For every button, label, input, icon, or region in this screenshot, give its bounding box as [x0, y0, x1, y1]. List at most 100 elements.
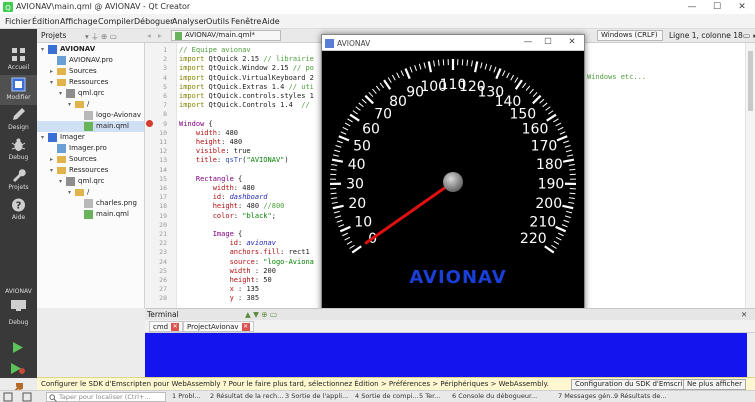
close-tab-icon[interactable]: ✕	[171, 323, 180, 331]
menu-edition[interactable]: Édition	[32, 17, 60, 26]
line-ending-selector[interactable]: Windows (CRLF)	[597, 30, 663, 41]
minor-tick	[557, 126, 564, 131]
pane-compile-output[interactable]: 4 Sortie de compi...	[355, 392, 419, 400]
tree-item[interactable]: ▾ /	[37, 99, 144, 110]
dismiss-button[interactable]: Ne plus afficher	[683, 379, 746, 390]
major-tick	[351, 245, 362, 254]
pane-terminal[interactable]: 5 Ter...	[419, 392, 440, 400]
tree-item[interactable]: ▾ /	[37, 187, 144, 198]
collapse-arrow-icon[interactable]: ▾	[59, 88, 65, 99]
minimize-button[interactable]: —	[680, 1, 704, 13]
filter-icon[interactable]: ▾ ⏚ ⊕ ▭	[85, 31, 117, 42]
mode-design[interactable]: Design	[0, 105, 37, 135]
mode-debug[interactable]: Debug	[0, 135, 37, 165]
tree-item[interactable]: ▸ Sources	[37, 66, 144, 77]
pane-test-results[interactable]: 9 Résultats de...	[614, 392, 667, 400]
menu-affichage[interactable]: Affichage	[60, 17, 98, 26]
close-tab-icon[interactable]: ✕	[241, 323, 250, 331]
menu-aide[interactable]: Aide	[262, 17, 280, 26]
close-button[interactable]: ✕	[730, 1, 754, 13]
pane-general-messages[interactable]: 7 Messages gén...	[558, 392, 617, 400]
tree-item[interactable]: logo-Avionav	[37, 110, 144, 121]
open-file-tab[interactable]: AVIONAV/main.qml*	[171, 30, 281, 41]
nav-back-icon[interactable]: ◂	[147, 31, 151, 40]
minor-tick	[387, 77, 392, 83]
terminal-toolbar-icons[interactable]: ▲ ▼ ⊕ ▭	[245, 310, 277, 319]
terminal-scrollbar[interactable]	[747, 333, 755, 377]
mode-label: Design	[8, 124, 29, 131]
tree-item[interactable]: main.qml	[37, 121, 144, 132]
minor-tick	[347, 118, 353, 123]
avionav-close-button[interactable]: ✕	[562, 37, 582, 47]
monitor-icon[interactable]	[10, 299, 27, 312]
collapse-arrow-icon[interactable]: ▾	[50, 77, 56, 88]
terminal-close-icon[interactable]: ✕	[741, 310, 747, 319]
projects-view-selector[interactable]: Projets	[41, 31, 66, 40]
mode-modifier[interactable]: Modifier	[0, 75, 37, 105]
menu-fichier[interactable]: Fichier	[5, 17, 31, 26]
minor-tick	[521, 82, 527, 89]
tree-item[interactable]: ▾ AVIONAV	[37, 44, 144, 55]
avionav-minimize-button[interactable]: —	[518, 37, 538, 47]
tree-item[interactable]: ▾ qml.qrc	[37, 176, 144, 187]
pane-problems[interactable]: 1 Probl...	[172, 392, 201, 400]
tree-item[interactable]: ▾ Imager	[37, 132, 144, 143]
code-token: : 385	[238, 294, 260, 303]
bug-icon	[11, 138, 26, 151]
expand-arrow-icon[interactable]: ▸	[50, 66, 56, 77]
collapse-arrow-icon[interactable]: ▾	[41, 44, 47, 55]
tree-item[interactable]: ▾ Ressources	[37, 165, 144, 176]
mode-aide[interactable]: ? Aide	[0, 195, 37, 225]
output-toggle-icon[interactable]	[22, 392, 32, 402]
terminal-tab-cmd[interactable]: cmd ✕	[149, 321, 184, 332]
mode-projets[interactable]: Projets	[0, 165, 37, 195]
tree-item[interactable]: ▾ qml.qrc	[37, 88, 144, 99]
collapse-arrow-icon[interactable]: ▾	[41, 132, 47, 143]
major-tick	[331, 158, 344, 163]
terminal-tab-projectavionav[interactable]: ProjectAvionav ✕	[183, 321, 254, 332]
collapse-arrow-icon[interactable]: ▾	[59, 176, 65, 187]
menu-compiler[interactable]: Compiler	[98, 17, 134, 26]
collapse-arrow-icon[interactable]: ▾	[50, 165, 56, 176]
menu-analyser[interactable]: Analyser	[172, 17, 207, 26]
code-line: import QtQuick 2.15 // librairie	[179, 55, 314, 63]
editor-scroll-thumb[interactable]	[748, 51, 753, 111]
split-icon[interactable]: ▭ ▬ ✕	[743, 31, 755, 40]
tree-item[interactable]: Imager.pro	[37, 143, 144, 154]
menu-fenetre[interactable]: Fenêtre	[231, 17, 261, 26]
menu-deboguer[interactable]: Déboguer	[134, 17, 173, 26]
run-icon[interactable]	[11, 341, 24, 354]
collapse-arrow-icon[interactable]: ▾	[68, 99, 74, 110]
tree-item[interactable]: main.qml	[37, 209, 144, 220]
tree-item[interactable]: ▾ Ressources	[37, 77, 144, 88]
maximize-button[interactable]: ☐	[705, 1, 729, 13]
pencil-icon	[13, 108, 25, 120]
pane-application-output[interactable]: 3 Sortie de l'appli...	[285, 392, 348, 400]
locator-input[interactable]: Taper pour localiser (Ctrl+...	[46, 392, 166, 402]
nav-forward-icon[interactable]: ▸	[158, 31, 162, 40]
code-token: import	[179, 101, 209, 110]
code-token: title	[179, 156, 217, 165]
code-line: Image {	[179, 230, 243, 238]
code-line: anchors.fill: rect1	[179, 248, 310, 256]
terminal-output[interactable]	[145, 333, 747, 377]
pane-debugger-console[interactable]: 6 Console du débogueur...	[452, 392, 537, 400]
debug-run-icon[interactable]	[9, 362, 26, 375]
code-line: Window {	[179, 120, 213, 128]
pane-search-results[interactable]: 2 Résultat de la rech...	[210, 392, 283, 400]
major-tick	[546, 113, 557, 122]
tree-item[interactable]: charles.png	[37, 198, 144, 209]
collapse-arrow-icon[interactable]: ▾	[68, 187, 74, 198]
minor-tick	[331, 197, 338, 200]
expand-arrow-icon[interactable]: ▸	[50, 154, 56, 165]
tree-item[interactable]: AVIONAV.pro	[37, 55, 144, 66]
tree-item[interactable]: ▸ Sources	[37, 154, 144, 165]
code-token: // Equipe avionav	[179, 46, 251, 54]
minor-tick	[358, 102, 364, 108]
mode-accueil[interactable]: Accueil	[0, 45, 37, 75]
sidebar-toggle-icon[interactable]	[3, 392, 13, 402]
code-token: dashboard	[229, 193, 268, 202]
editor-scrollbar[interactable]	[745, 43, 755, 308]
avionav-maximize-button[interactable]: ☐	[538, 37, 558, 47]
menu-outils[interactable]: Outils	[206, 17, 229, 26]
